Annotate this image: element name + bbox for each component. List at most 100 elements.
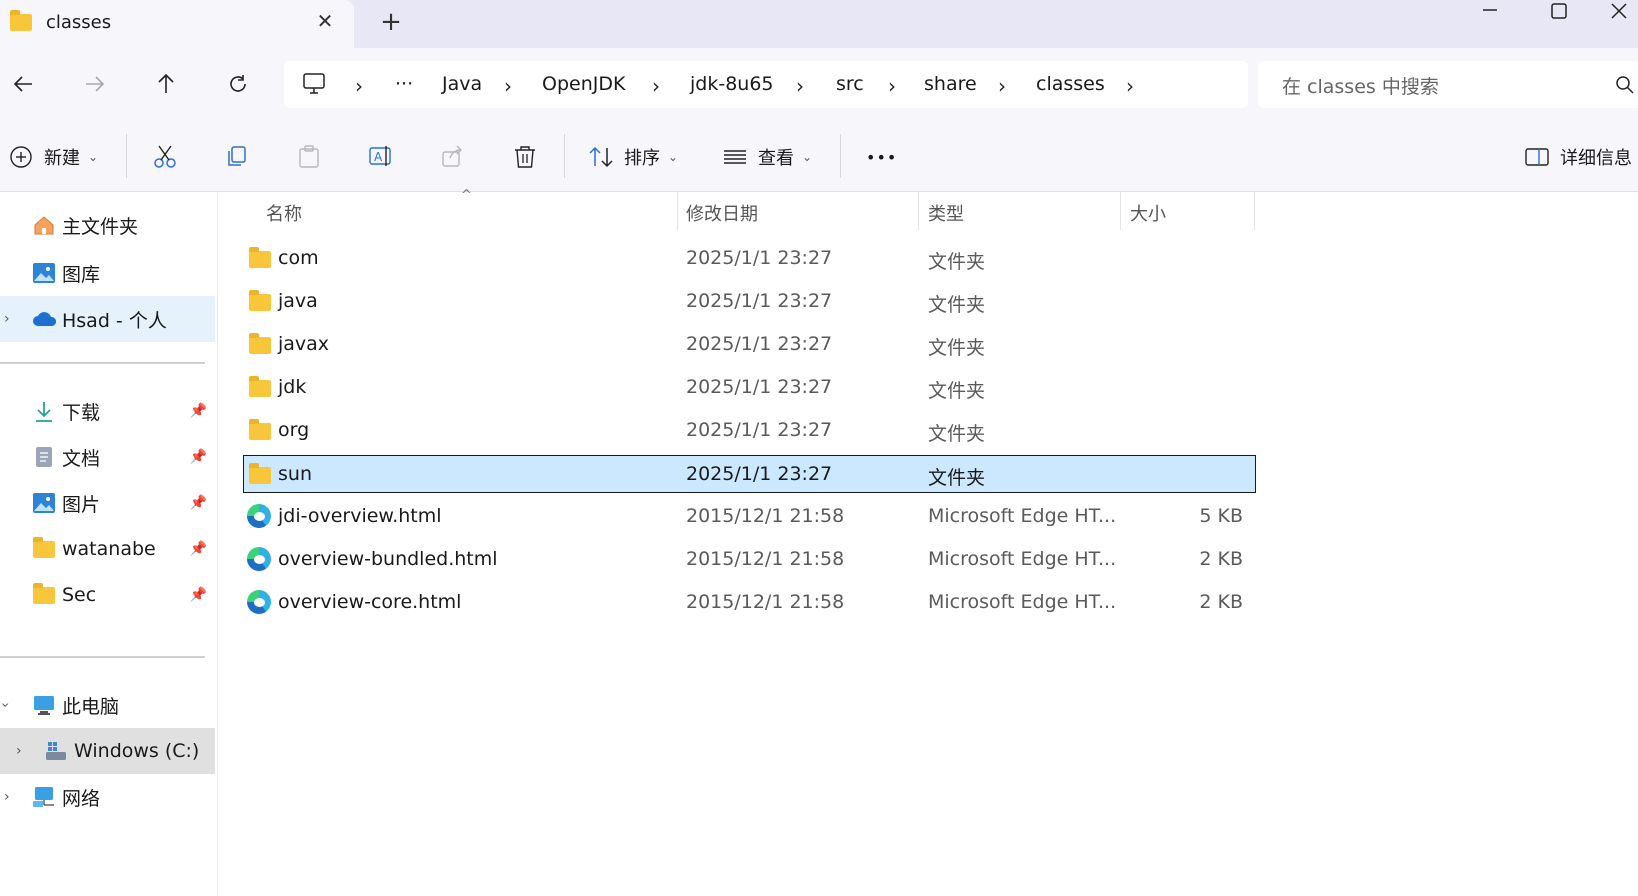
sidebar-item-this-pc[interactable]: › 此电脑 (0, 682, 215, 728)
pin-icon[interactable]: 📌 (190, 403, 207, 419)
pin-icon[interactable]: 📌 (190, 587, 207, 603)
breadcrumb-ellipsis[interactable]: ··· (395, 73, 413, 95)
column-divider[interactable] (677, 192, 678, 230)
column-header-date[interactable]: 修改日期 (686, 200, 758, 226)
sidebar-item-drive-c[interactable]: › Windows (C:) (0, 728, 215, 774)
file-row[interactable]: javax 2025/1/1 23:27 文件夹 (243, 325, 1256, 365)
chevron-right-icon[interactable]: › (16, 743, 22, 759)
sidebar-item-sec[interactable]: Sec 📌 (0, 572, 215, 618)
sidebar-item-gallery[interactable]: 图库 (0, 250, 215, 296)
breadcrumb-jdk-8u65[interactable]: jdk-8u65 (690, 73, 774, 95)
chevron-right-icon[interactable]: › (652, 74, 660, 98)
sidebar-item-label: 图库 (62, 263, 101, 286)
chevron-right-icon[interactable]: › (796, 74, 804, 98)
folder-icon (10, 10, 32, 31)
file-row[interactable]: jdk 2025/1/1 23:27 文件夹 (243, 368, 1256, 408)
file-date: 2025/1/1 23:27 (686, 247, 833, 269)
tab-title: classes (46, 12, 112, 33)
file-row[interactable]: overview-bundled.html 2015/12/1 21:58 Mi… (243, 540, 1256, 580)
pin-icon[interactable]: 📌 (190, 541, 207, 557)
scissors-icon (154, 145, 176, 168)
file-type: 文件夹 (928, 467, 986, 489)
gallery-icon (32, 261, 56, 285)
breadcrumb-classes[interactable]: classes (1036, 73, 1105, 95)
paste-button[interactable] (296, 139, 322, 175)
sidebar-item-downloads[interactable]: 下载 📌 (0, 388, 215, 434)
file-row[interactable]: overview-core.html 2015/12/1 21:58 Micro… (243, 583, 1256, 623)
delete-button[interactable] (512, 139, 538, 175)
minimize-button[interactable] (1466, 0, 1514, 24)
sidebar-item-label: Windows (C:) (74, 740, 200, 762)
breadcrumb-share[interactable]: share (924, 73, 977, 95)
file-row[interactable]: com 2025/1/1 23:27 文件夹 (243, 239, 1256, 279)
chevron-right-icon[interactable]: › (4, 789, 10, 805)
pin-icon[interactable]: 📌 (190, 449, 207, 465)
sidebar-item-label: 图片 (62, 493, 101, 516)
folder-icon (249, 376, 271, 397)
sidebar-item-pictures[interactable]: 图片 📌 (0, 480, 215, 526)
breadcrumb-java[interactable]: Java (442, 73, 482, 95)
maximize-button[interactable] (1536, 0, 1584, 24)
refresh-button[interactable] (218, 64, 258, 104)
file-row-selected[interactable]: sun 2025/1/1 23:27 文件夹 (243, 455, 1256, 493)
file-type: 文件夹 (928, 251, 986, 273)
cut-button[interactable] (152, 139, 178, 175)
sidebar-item-watanabe[interactable]: watanabe 📌 (0, 526, 215, 572)
chevron-right-icon[interactable]: › (998, 74, 1006, 98)
file-row[interactable]: jdi-overview.html 2015/12/1 21:58 Micros… (243, 497, 1256, 537)
close-tab-button[interactable]: ✕ (312, 8, 338, 34)
back-button[interactable] (4, 64, 44, 104)
column-header-size[interactable]: 大小 (1130, 200, 1166, 226)
search-input[interactable]: 在 classes 中搜索 (1282, 72, 1439, 99)
up-button[interactable] (146, 64, 186, 104)
chevron-right-icon[interactable]: › (1126, 74, 1134, 98)
new-label: 新建 (44, 148, 80, 169)
share-button[interactable] (440, 139, 466, 175)
file-row[interactable]: org 2025/1/1 23:27 文件夹 (243, 411, 1256, 451)
computer-icon[interactable] (302, 72, 328, 100)
tab-classes[interactable]: classes ✕ (0, 0, 354, 48)
more-options-button[interactable]: ••• (866, 139, 897, 175)
column-divider[interactable] (918, 192, 919, 230)
folder-icon (32, 536, 56, 561)
chevron-right-icon[interactable]: › (355, 74, 363, 98)
column-header-name[interactable]: 名称 (266, 200, 302, 226)
details-pane-button[interactable]: 详细信息 (1524, 139, 1632, 175)
chevron-right-icon[interactable]: › (4, 311, 10, 327)
file-name: javax (278, 333, 330, 355)
new-tab-button[interactable]: + (376, 8, 406, 38)
file-size: 5 KB (1199, 505, 1243, 527)
breadcrumb-src[interactable]: src (836, 73, 864, 95)
chevron-down-icon: ⌄ (802, 150, 813, 164)
search-icon[interactable] (1614, 74, 1636, 100)
sidebar-item-documents[interactable]: 文档 📌 (0, 434, 215, 480)
sidebar-item-onedrive[interactable]: › Hsad - 个人 (0, 296, 215, 342)
details-pane-icon (1525, 148, 1549, 166)
chevron-down-icon[interactable]: › (0, 702, 13, 708)
sidebar-item-label: watanabe (62, 538, 156, 560)
sort-ascending-icon: ^ (461, 188, 472, 203)
pin-icon[interactable]: 📌 (190, 495, 207, 511)
trash-icon (515, 146, 535, 168)
chevron-right-icon[interactable]: › (504, 74, 512, 98)
close-window-button[interactable] (1600, 0, 1638, 24)
forward-button[interactable] (74, 64, 114, 104)
chevron-right-icon[interactable]: › (888, 74, 896, 98)
details-label: 详细信息 (1560, 148, 1632, 169)
column-divider[interactable] (1254, 192, 1255, 230)
cloud-icon (32, 307, 56, 331)
file-type: 文件夹 (928, 294, 986, 316)
file-row[interactable]: java 2025/1/1 23:27 文件夹 (243, 282, 1256, 322)
column-header-type[interactable]: 类型 (928, 200, 964, 226)
column-divider[interactable] (1120, 192, 1121, 230)
picture-icon (32, 491, 56, 515)
sort-button[interactable]: 排序 ⌄ (588, 139, 678, 175)
rename-button[interactable]: A (368, 139, 394, 175)
copy-button[interactable] (224, 139, 250, 175)
folder-icon (249, 419, 271, 440)
breadcrumb-openjdk[interactable]: OpenJDK (542, 73, 625, 95)
sidebar-item-network[interactable]: › 网络 (0, 774, 215, 820)
sidebar-item-home[interactable]: 主文件夹 (0, 202, 215, 248)
new-button[interactable]: 新建 ⌄ (8, 139, 98, 175)
view-button[interactable]: 查看 ⌄ (722, 139, 812, 175)
